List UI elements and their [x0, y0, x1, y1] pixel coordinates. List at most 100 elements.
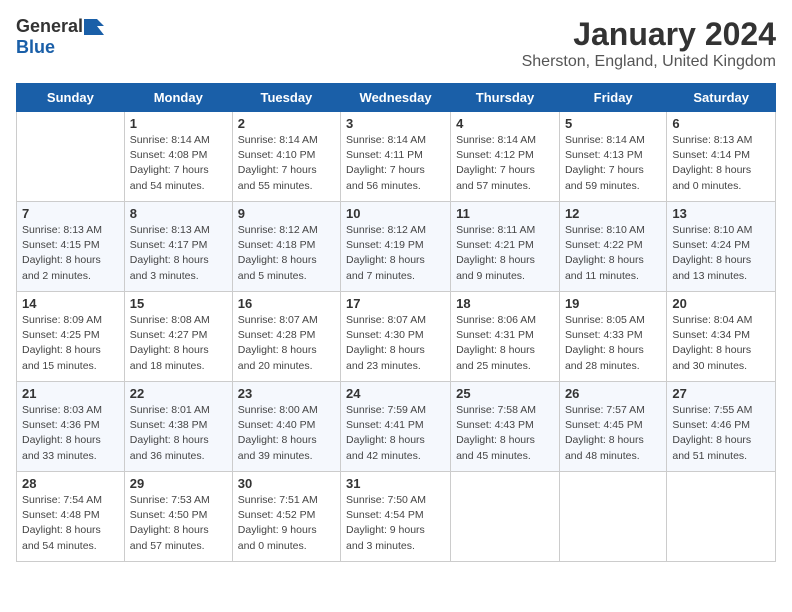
day-info: Sunrise: 8:13 AMSunset: 4:15 PMDaylight:…	[22, 223, 119, 284]
day-info: Sunrise: 8:10 AMSunset: 4:24 PMDaylight:…	[672, 223, 770, 284]
calendar-subtitle: Sherston, England, United Kingdom	[522, 53, 776, 71]
calendar-cell: 15 Sunrise: 8:08 AMSunset: 4:27 PMDayligh…	[124, 292, 232, 382]
day-info: Sunrise: 7:59 AMSunset: 4:41 PMDaylight:…	[346, 403, 445, 464]
day-info: Sunrise: 8:14 AMSunset: 4:12 PMDaylight:…	[456, 133, 554, 194]
calendar-cell: 10 Sunrise: 8:12 AMSunset: 4:19 PMDayligh…	[341, 202, 451, 292]
calendar-cell: 13 Sunrise: 8:10 AMSunset: 4:24 PMDayligh…	[667, 202, 776, 292]
calendar-cell: 20 Sunrise: 8:04 AMSunset: 4:34 PMDayligh…	[667, 292, 776, 382]
calendar-title: January 2024	[522, 16, 776, 53]
calendar-cell: 12 Sunrise: 8:10 AMSunset: 4:22 PMDayligh…	[559, 202, 666, 292]
day-number: 3	[346, 116, 445, 131]
day-number: 9	[238, 206, 335, 221]
day-number: 25	[456, 386, 554, 401]
day-info: Sunrise: 7:54 AMSunset: 4:48 PMDaylight:…	[22, 493, 119, 554]
calendar-cell	[17, 112, 125, 202]
logo-general-text: General	[16, 16, 83, 37]
day-number: 15	[130, 296, 227, 311]
day-number: 29	[130, 476, 227, 491]
calendar-cell: 18Sunrise: 8:06 AMSunset: 4:31 PMDayligh…	[451, 292, 560, 382]
header: General Blue January 2024 Sherston, Engl…	[16, 16, 776, 71]
day-info: Sunrise: 8:11 AMSunset: 4:21 PMDaylight:…	[456, 223, 554, 284]
day-info: Sunrise: 7:51 AMSunset: 4:52 PMDaylight:…	[238, 493, 335, 554]
calendar-cell: 21Sunrise: 8:03 AMSunset: 4:36 PMDayligh…	[17, 382, 125, 472]
day-number: 17	[346, 296, 445, 311]
calendar-header-row: SundayMondayTuesdayWednesdayThursdayFrid…	[17, 84, 776, 112]
day-number: 26	[565, 386, 661, 401]
day-header-saturday: Saturday	[667, 84, 776, 112]
day-number: 4	[456, 116, 554, 131]
calendar-cell	[451, 472, 560, 562]
calendar-cell: 4 Sunrise: 8:14 AMSunset: 4:12 PMDaylight…	[451, 112, 560, 202]
day-number: 5	[565, 116, 661, 131]
day-number: 10	[346, 206, 445, 221]
day-header-wednesday: Wednesday	[341, 84, 451, 112]
day-info: Sunrise: 8:06 AMSunset: 4:31 PMDaylight:…	[456, 313, 554, 374]
day-number: 14	[22, 296, 119, 311]
day-info: Sunrise: 8:08 AMSunset: 4:27 PMDaylight:…	[130, 313, 227, 374]
day-number: 13	[672, 206, 770, 221]
day-info: Sunrise: 8:14 AMSunset: 4:13 PMDaylight:…	[565, 133, 661, 194]
day-info: Sunrise: 7:57 AMSunset: 4:45 PMDaylight:…	[565, 403, 661, 464]
calendar-body: 1 Sunrise: 8:14 AMSunset: 4:08 PMDaylight…	[17, 112, 776, 562]
calendar-cell: 26 Sunrise: 7:57 AMSunset: 4:45 PMDayligh…	[559, 382, 666, 472]
day-info: Sunrise: 8:14 AMSunset: 4:08 PMDaylight:…	[130, 133, 227, 194]
day-header-monday: Monday	[124, 84, 232, 112]
logo-icon	[84, 19, 104, 35]
day-number: 23	[238, 386, 335, 401]
day-header-friday: Friday	[559, 84, 666, 112]
calendar-cell: 31 Sunrise: 7:50 AMSunset: 4:54 PMDayligh…	[341, 472, 451, 562]
calendar-cell: 28 Sunrise: 7:54 AMSunset: 4:48 PMDayligh…	[17, 472, 125, 562]
day-info: Sunrise: 7:55 AMSunset: 4:46 PMDaylight:…	[672, 403, 770, 464]
calendar-table: SundayMondayTuesdayWednesdayThursdayFrid…	[16, 83, 776, 562]
calendar-cell: 16Sunrise: 8:07 AMSunset: 4:28 PMDayligh…	[232, 292, 340, 382]
calendar-cell: 17Sunrise: 8:07 AMSunset: 4:30 PMDayligh…	[341, 292, 451, 382]
calendar-cell: 1 Sunrise: 8:14 AMSunset: 4:08 PMDaylight…	[124, 112, 232, 202]
calendar-cell: 9Sunrise: 8:12 AMSunset: 4:18 PMDaylight…	[232, 202, 340, 292]
day-info: Sunrise: 8:05 AMSunset: 4:33 PMDaylight:…	[565, 313, 661, 374]
day-number: 28	[22, 476, 119, 491]
calendar-cell: 30Sunrise: 7:51 AMSunset: 4:52 PMDayligh…	[232, 472, 340, 562]
day-info: Sunrise: 8:01 AMSunset: 4:38 PMDaylight:…	[130, 403, 227, 464]
calendar-cell: 27Sunrise: 7:55 AMSunset: 4:46 PMDayligh…	[667, 382, 776, 472]
day-header-sunday: Sunday	[17, 84, 125, 112]
calendar-cell: 5 Sunrise: 8:14 AMSunset: 4:13 PMDaylight…	[559, 112, 666, 202]
logo: General Blue	[16, 16, 104, 58]
day-info: Sunrise: 7:50 AMSunset: 4:54 PMDaylight:…	[346, 493, 445, 554]
day-number: 11	[456, 206, 554, 221]
day-number: 19	[565, 296, 661, 311]
calendar-cell: 11 Sunrise: 8:11 AMSunset: 4:21 PMDayligh…	[451, 202, 560, 292]
day-number: 1	[130, 116, 227, 131]
week-row-5: 28 Sunrise: 7:54 AMSunset: 4:48 PMDayligh…	[17, 472, 776, 562]
day-number: 2	[238, 116, 335, 131]
day-info: Sunrise: 7:53 AMSunset: 4:50 PMDaylight:…	[130, 493, 227, 554]
calendar-cell: 24Sunrise: 7:59 AMSunset: 4:41 PMDayligh…	[341, 382, 451, 472]
calendar-cell: 23 Sunrise: 8:00 AMSunset: 4:40 PMDayligh…	[232, 382, 340, 472]
day-number: 12	[565, 206, 661, 221]
calendar-cell: 8 Sunrise: 8:13 AMSunset: 4:17 PMDaylight…	[124, 202, 232, 292]
calendar-cell: 3 Sunrise: 8:14 AMSunset: 4:11 PMDaylight…	[341, 112, 451, 202]
title-section: January 2024 Sherston, England, United K…	[522, 16, 776, 71]
calendar-cell: 2Sunrise: 8:14 AMSunset: 4:10 PMDaylight…	[232, 112, 340, 202]
day-info: Sunrise: 8:14 AMSunset: 4:11 PMDaylight:…	[346, 133, 445, 194]
day-number: 20	[672, 296, 770, 311]
day-info: Sunrise: 7:58 AMSunset: 4:43 PMDaylight:…	[456, 403, 554, 464]
calendar-cell: 6 Sunrise: 8:13 AMSunset: 4:14 PMDaylight…	[667, 112, 776, 202]
day-number: 22	[130, 386, 227, 401]
calendar-cell: 14Sunrise: 8:09 AMSunset: 4:25 PMDayligh…	[17, 292, 125, 382]
day-info: Sunrise: 8:12 AMSunset: 4:19 PMDaylight:…	[346, 223, 445, 284]
calendar-cell: 29 Sunrise: 7:53 AMSunset: 4:50 PMDayligh…	[124, 472, 232, 562]
calendar-cell	[559, 472, 666, 562]
week-row-3: 14Sunrise: 8:09 AMSunset: 4:25 PMDayligh…	[17, 292, 776, 382]
calendar-cell: 19 Sunrise: 8:05 AMSunset: 4:33 PMDayligh…	[559, 292, 666, 382]
calendar-cell	[667, 472, 776, 562]
day-info: Sunrise: 8:00 AMSunset: 4:40 PMDaylight:…	[238, 403, 335, 464]
day-number: 8	[130, 206, 227, 221]
day-info: Sunrise: 8:13 AMSunset: 4:14 PMDaylight:…	[672, 133, 770, 194]
day-number: 7	[22, 206, 119, 221]
day-number: 31	[346, 476, 445, 491]
day-number: 6	[672, 116, 770, 131]
day-info: Sunrise: 8:13 AMSunset: 4:17 PMDaylight:…	[130, 223, 227, 284]
calendar-cell: 25 Sunrise: 7:58 AMSunset: 4:43 PMDayligh…	[451, 382, 560, 472]
day-info: Sunrise: 8:10 AMSunset: 4:22 PMDaylight:…	[565, 223, 661, 284]
day-info: Sunrise: 8:04 AMSunset: 4:34 PMDaylight:…	[672, 313, 770, 374]
